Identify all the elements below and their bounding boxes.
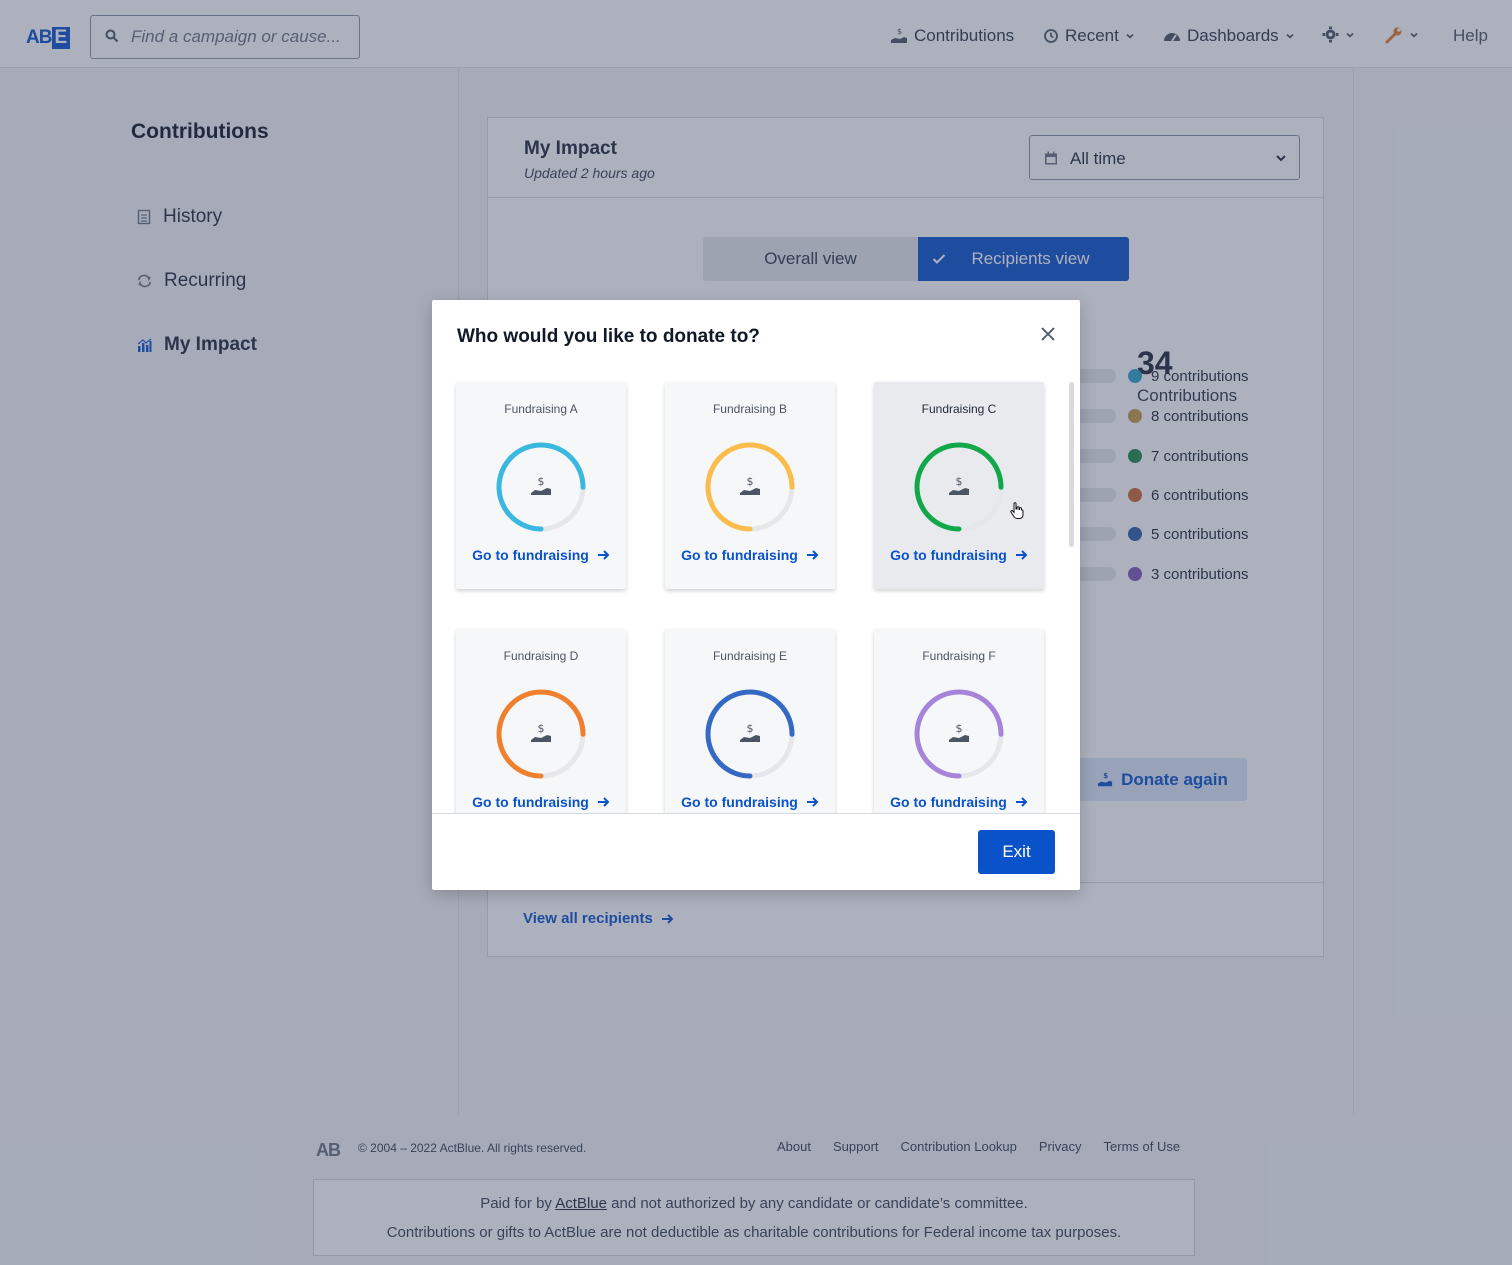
fundraising-card[interactable]: Fundraising B $ Go to fundraising [665,382,835,589]
fundraising-card[interactable]: Fundraising C $ Go to fundraising [874,382,1044,589]
fundraising-card[interactable]: Fundraising F $ Go to fundraising [874,629,1044,813]
go-to-fundraising-link[interactable]: Go to fundraising [456,547,626,563]
progress-ring-icon: $ [914,689,1004,779]
arrow-right-icon [597,797,610,807]
arrow-right-icon [1015,797,1028,807]
exit-button[interactable]: Exit [978,830,1055,874]
fundraising-card[interactable]: Fundraising A $ Go to fundraising [456,382,626,589]
fundraising-card[interactable]: Fundraising E $ Go to fundraising [665,629,835,813]
fundraising-name: Fundraising E [712,649,788,663]
go-to-fundraising-link[interactable]: Go to fundraising [874,547,1044,563]
arrow-right-icon [1015,550,1028,560]
modal-body: Fundraising A $ Go to fundraising Fundraisi… [432,370,1080,813]
progress-ring-icon: $ [496,442,586,532]
progress-ring-icon: $ [705,689,795,779]
arrow-right-icon [597,550,610,560]
svg-text:$: $ [538,722,545,735]
hand-cursor-icon [1010,502,1024,519]
svg-text:$: $ [747,475,754,488]
go-to-fundraising-link[interactable]: Go to fundraising [665,547,835,563]
fundraising-name: Fundraising D [503,649,579,663]
close-icon[interactable] [1039,325,1057,343]
svg-text:$: $ [538,475,545,488]
go-to-fundraising-link[interactable]: Go to fundraising [456,794,626,810]
progress-ring-icon: $ [496,689,586,779]
fundraising-card[interactable]: Fundraising D $ Go to fundraising [456,629,626,813]
modal-title: Who would you like to donate to? [457,326,760,347]
fundraising-name: Fundraising A [504,402,578,416]
donate-modal: Who would you like to donate to? Fundrai… [432,300,1080,890]
progress-ring-icon: $ [914,442,1004,532]
fundraising-name: Fundraising B [712,402,788,416]
scrollbar-thumb[interactable] [1069,382,1074,547]
fundraising-name: Fundraising F [922,649,996,663]
go-to-fundraising-link[interactable]: Go to fundraising [874,794,1044,810]
fundraising-name: Fundraising C [921,402,997,416]
arrow-right-icon [806,550,819,560]
scrollbar[interactable] [1069,382,1074,802]
go-to-fundraising-link[interactable]: Go to fundraising [665,794,835,810]
svg-text:$: $ [956,722,963,735]
progress-ring-icon: $ [705,442,795,532]
svg-text:$: $ [747,722,754,735]
svg-text:$: $ [956,475,963,488]
arrow-right-icon [806,797,819,807]
divider [432,813,1080,814]
